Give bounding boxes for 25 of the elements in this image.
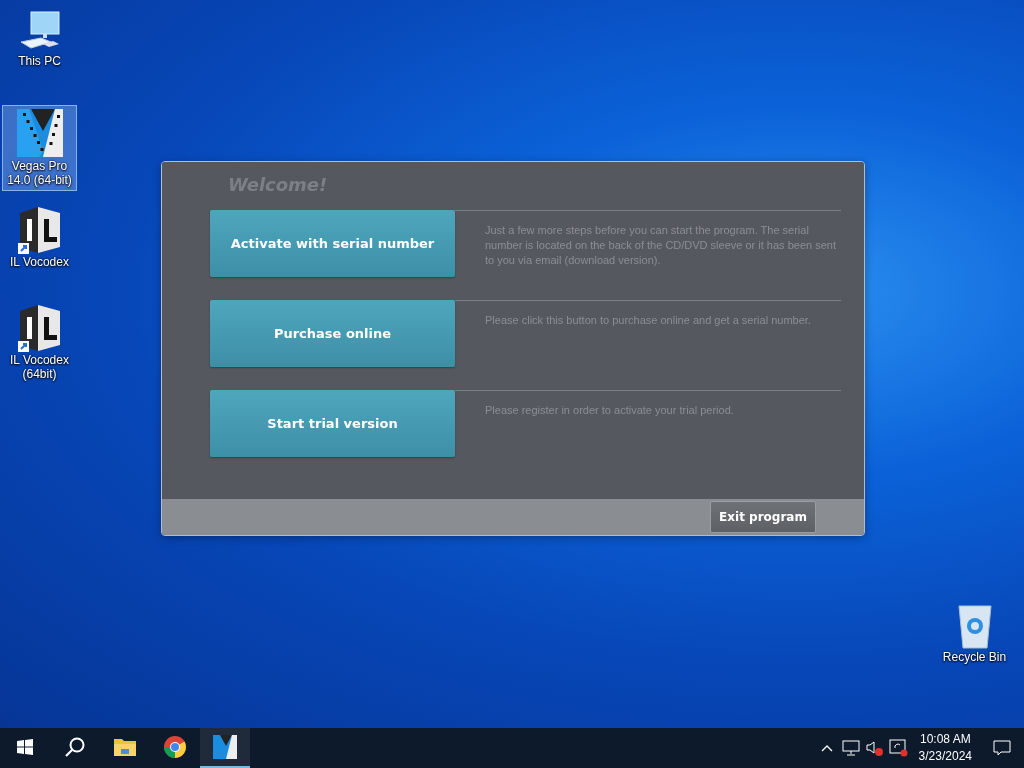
folder-icon	[113, 737, 137, 757]
vegas-logo-icon	[14, 107, 65, 159]
clock-time[interactable]: 10:08 AM	[919, 731, 971, 748]
icon-label: Recycle Bin	[942, 650, 1007, 664]
desktop-icon[interactable]: IL Vocodex (64bit)	[2, 301, 77, 385]
windows-start-icon[interactable]	[17, 739, 33, 755]
icon-label: IL Vocodex	[10, 255, 69, 269]
taskbar-app[interactable]	[200, 728, 250, 768]
vegas-logo-icon	[213, 735, 237, 759]
desktop-icon[interactable]: Vegas Pro 14.0 (64-bit)	[2, 105, 77, 191]
muted-speaker-icon[interactable]	[865, 740, 884, 756]
icon-label: Vegas Pro 14.0 (64-bit)	[6, 159, 73, 187]
exit-button[interactable]: Exit program	[710, 501, 816, 533]
desktop-icon[interactable]: Recycle Bin	[937, 600, 1012, 668]
display-alert-icon[interactable]	[888, 739, 909, 757]
desktop-icon[interactable]: IL Vocodex	[2, 203, 77, 273]
icon-label: This PC	[18, 54, 61, 68]
network-icon[interactable]	[841, 740, 860, 756]
icon-label: IL Vocodex (64bit)	[9, 353, 70, 381]
chevron-up-icon[interactable]	[820, 744, 833, 752]
notification-icon[interactable]	[993, 739, 1011, 757]
search-icon[interactable]	[64, 736, 86, 758]
desktop-icon[interactable]: This PC	[2, 8, 77, 72]
clock-date[interactable]: 3/23/2024	[918, 748, 972, 765]
chrome-icon	[163, 735, 187, 759]
